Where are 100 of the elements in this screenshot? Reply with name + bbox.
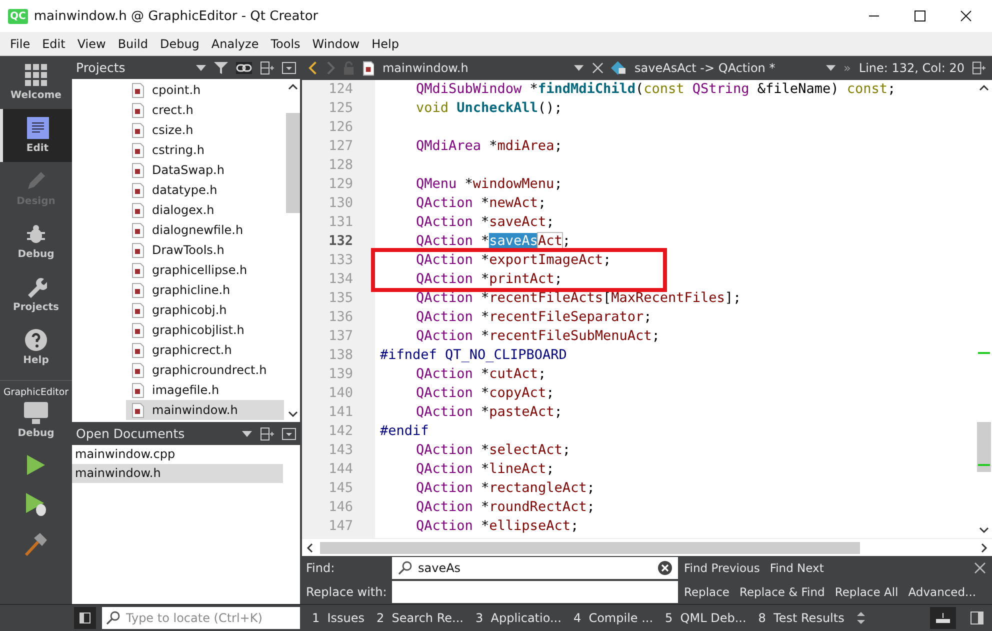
- filter-icon[interactable]: [214, 60, 228, 74]
- link-icon[interactable]: [236, 62, 252, 74]
- tree-item[interactable]: graphicline.h: [72, 280, 284, 300]
- close-pane-icon[interactable]: [282, 62, 296, 74]
- tree-item[interactable]: dialognewfile.h: [72, 220, 284, 240]
- output-tab[interactable]: 2 Search Re...: [376, 611, 464, 625]
- file-selector[interactable]: mainwindow.h: [382, 61, 566, 75]
- debug-run-icon[interactable]: [24, 491, 48, 517]
- scrollbar-thumb[interactable]: [976, 422, 990, 472]
- menu-item[interactable]: View: [71, 36, 112, 50]
- line-number: 131: [328, 213, 354, 232]
- search-match: Act: [538, 233, 562, 249]
- code-token: ;: [554, 271, 562, 287]
- replace-button[interactable]: Replace & Find: [736, 585, 829, 599]
- mode-button[interactable]: Welcome: [0, 56, 72, 109]
- replace-button[interactable]: Advanced...: [904, 585, 980, 599]
- maximize-icon[interactable]: [914, 10, 926, 22]
- dropdown-icon[interactable]: [826, 65, 836, 71]
- locator-field[interactable]: Type to locate (Ctrl+K): [102, 607, 300, 629]
- code-token: MaxRecentFiles: [611, 290, 725, 306]
- menu-item[interactable]: File: [4, 36, 36, 50]
- split-icon[interactable]: [260, 60, 274, 74]
- document-item[interactable]: mainwindow.cpp: [72, 445, 283, 464]
- tree-item[interactable]: graphicobj.h: [72, 300, 284, 320]
- find-field[interactable]: saveAs: [392, 557, 678, 579]
- scroll-up-icon[interactable]: [288, 83, 298, 91]
- replace-field[interactable]: [392, 581, 678, 603]
- menu-item[interactable]: Build: [112, 36, 154, 50]
- output-tab[interactable]: 3 Applicatio...: [475, 611, 562, 625]
- scrollbar-thumb[interactable]: [286, 113, 300, 213]
- tree-item[interactable]: graphicrect.h: [72, 340, 284, 360]
- split-icon[interactable]: [972, 61, 986, 75]
- code-token: recentFileSubMenuAct: [489, 328, 652, 344]
- mode-button[interactable]: Debug: [0, 215, 72, 268]
- code-token: #ifndef QT_NO_CLIPBOARD: [380, 347, 567, 363]
- code-token: ;: [570, 518, 579, 534]
- hammer-icon[interactable]: [23, 531, 49, 557]
- menu-item[interactable]: Debug: [154, 36, 206, 50]
- code-token: UncheckAll: [456, 100, 538, 116]
- selected-text: saveAs: [489, 233, 538, 249]
- code-token: ellipseAct: [489, 518, 570, 534]
- find-button[interactable]: Find Next: [766, 561, 828, 575]
- output-tab[interactable]: 8 Test Results: [758, 611, 844, 625]
- header-file-icon: [132, 382, 144, 398]
- tree-item[interactable]: cstring.h: [72, 140, 284, 160]
- code-token: *: [480, 480, 490, 496]
- menu-item[interactable]: Window: [306, 36, 366, 50]
- scroll-right-icon[interactable]: [980, 542, 988, 552]
- tree-item[interactable]: graphicroundrect.h: [72, 360, 284, 380]
- tree-item[interactable]: dialogex.h: [72, 200, 284, 220]
- menu-item[interactable]: Edit: [36, 36, 72, 50]
- header-file-icon: [132, 262, 144, 278]
- line-number: 133: [328, 251, 354, 270]
- run-icon[interactable]: [25, 453, 47, 477]
- sidebar-toggle-icon[interactable]: [74, 607, 96, 629]
- overflow-indicator[interactable]: »: [844, 61, 851, 75]
- output-tab[interactable]: 5 QML Deb...: [665, 611, 746, 625]
- scroll-down-icon[interactable]: [288, 410, 298, 418]
- monitor-icon[interactable]: [23, 401, 49, 425]
- symbol-selector[interactable]: saveAsAct -> QAction *: [634, 61, 818, 75]
- tree-item[interactable]: graphicellipse.h: [72, 260, 284, 280]
- document-item[interactable]: mainwindow.h: [72, 464, 283, 483]
- close-pane-icon[interactable]: [282, 428, 296, 440]
- tree-item[interactable]: DrawTools.h: [72, 240, 284, 260]
- tree-item[interactable]: crect.h: [72, 100, 284, 120]
- mode-button[interactable]: Projects: [0, 268, 72, 321]
- clear-icon[interactable]: [658, 561, 672, 575]
- back-icon[interactable]: [308, 61, 318, 75]
- tree-item[interactable]: mainwindow.h: [126, 400, 284, 420]
- split-icon[interactable]: [260, 426, 274, 440]
- output-tab[interactable]: 1 Issues: [312, 611, 365, 625]
- output-pane-icon[interactable]: [930, 607, 956, 629]
- code-token: &fileName): [756, 81, 840, 97]
- tree-item[interactable]: graphicobjlist.h: [72, 320, 284, 340]
- tree-item[interactable]: DataSwap.h: [72, 160, 284, 180]
- tree-item[interactable]: csize.h: [72, 120, 284, 140]
- output-tab[interactable]: 4 Compile ...: [573, 611, 654, 625]
- dropdown-icon[interactable]: [242, 430, 252, 436]
- scrollbar-thumb[interactable]: [320, 542, 860, 554]
- scroll-left-icon[interactable]: [306, 542, 314, 552]
- menu-item[interactable]: Tools: [264, 36, 306, 50]
- menu-item[interactable]: Analyze: [205, 36, 265, 50]
- tree-item[interactable]: cpoint.h: [72, 80, 284, 100]
- replace-button[interactable]: Replace All: [830, 585, 902, 599]
- scroll-up-icon[interactable]: [978, 84, 988, 92]
- tree-item[interactable]: datatype.h: [72, 180, 284, 200]
- mode-button[interactable]: Help: [0, 321, 72, 374]
- sort-icon[interactable]: [856, 611, 866, 625]
- find-button[interactable]: Find Previous: [680, 561, 764, 575]
- replace-button[interactable]: Replace: [680, 585, 734, 599]
- code-token: *: [480, 442, 490, 458]
- dropdown-icon[interactable]: [574, 65, 584, 71]
- dropdown-icon[interactable]: [196, 64, 206, 70]
- tree-item[interactable]: imagefile.h: [72, 380, 284, 400]
- scroll-down-icon[interactable]: [978, 526, 988, 534]
- menu-item[interactable]: Help: [366, 36, 405, 50]
- close-icon[interactable]: [960, 10, 972, 22]
- right-pane-icon[interactable]: [970, 611, 984, 625]
- code-token: selectAct: [489, 442, 562, 458]
- mode-button[interactable]: Edit: [0, 109, 72, 162]
